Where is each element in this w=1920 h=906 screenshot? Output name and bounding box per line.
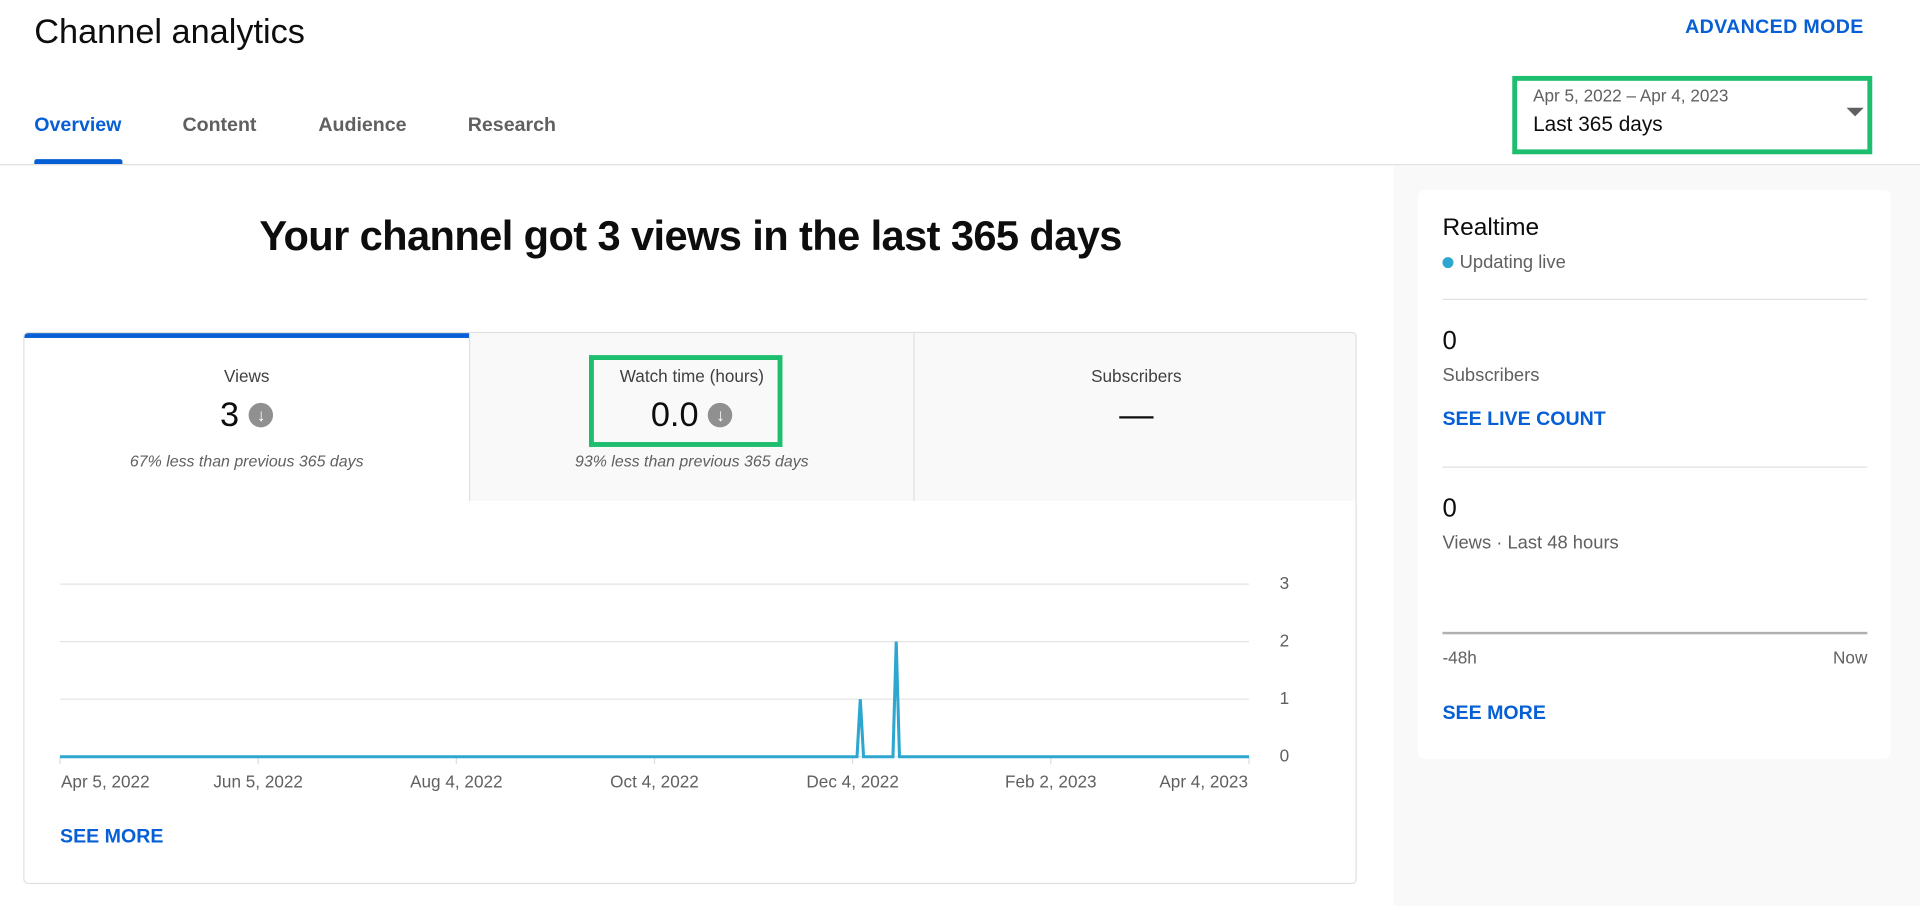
x-tick-label: Apr 5, 2022: [60, 771, 150, 792]
views-chart: [59, 583, 1250, 765]
y-tick-label: 1: [1279, 688, 1290, 708]
x-tick-label: Feb 2, 2023: [1005, 771, 1097, 792]
x-tick-label: Apr 4, 2023: [1159, 771, 1249, 792]
y-tick-label: 3: [1279, 573, 1290, 593]
x-tick-label: Dec 4, 2022: [806, 771, 899, 792]
x-tick-label: Jun 5, 2022: [213, 771, 303, 792]
y-tick-label: 2: [1279, 630, 1290, 651]
x-tick-label: Aug 4, 2022: [410, 771, 503, 792]
x-tick-label: Oct 4, 2022: [610, 771, 699, 792]
y-tick-label: 0: [1279, 745, 1290, 766]
analytics-page: Channel analytics ADVANCED MODE Overview…: [0, 0, 1920, 906]
see-more-button[interactable]: SEE MORE: [60, 827, 163, 849]
